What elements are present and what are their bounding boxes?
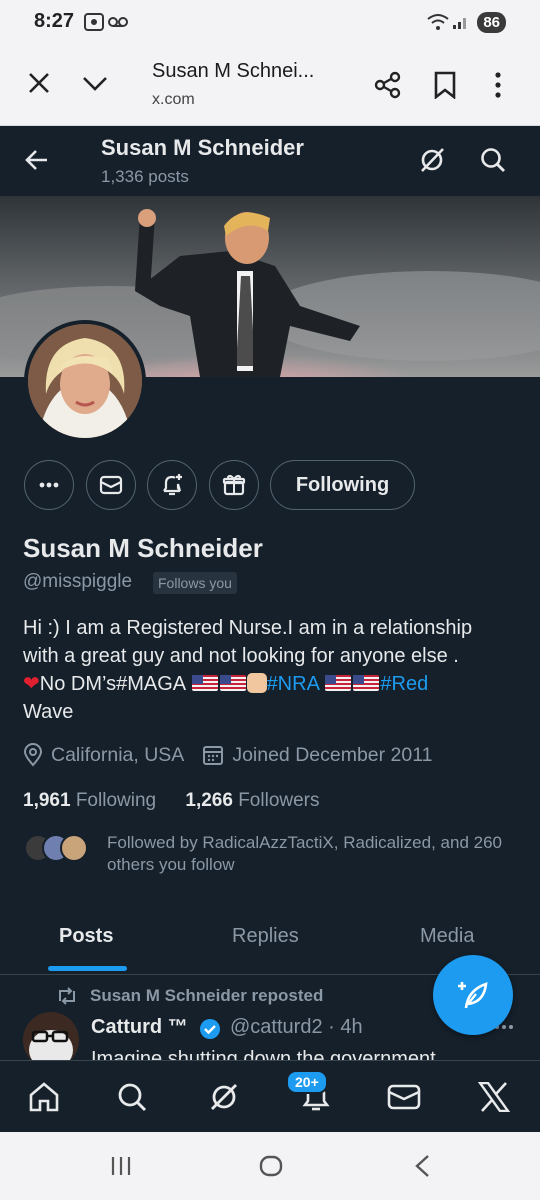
active-tab-indicator — [48, 966, 127, 971]
profile-handle: @misspiggle — [23, 571, 133, 592]
search-icon[interactable] — [479, 146, 507, 174]
notify-button[interactable] — [147, 460, 197, 510]
bio-line: with a great guy and not looking for any… — [23, 645, 459, 667]
followers-count: 1,266 — [185, 790, 233, 811]
bio-text: No DM’s#MAGA — [39, 673, 185, 695]
following-button[interactable]: Following — [270, 460, 415, 510]
back-button-icon[interactable] — [414, 1154, 430, 1178]
compose-feather-icon — [456, 978, 490, 1012]
us-flag-icon — [325, 675, 352, 691]
tweet-handle-time: @catturd2 · 4h — [230, 1016, 363, 1038]
calendar-icon — [202, 744, 224, 766]
us-flag-icon — [219, 675, 246, 691]
compose-post-button[interactable] — [433, 955, 513, 1035]
bell-plus-icon — [159, 472, 185, 498]
back-arrow-icon[interactable] — [25, 149, 49, 171]
follow-counts: 1,961 Following 1,266 Followers — [23, 790, 320, 812]
header-post-count: 1,336 posts — [101, 167, 189, 186]
header-name: Susan M Schneider — [101, 135, 304, 160]
message-button[interactable] — [86, 460, 136, 510]
bio-line: Hi :) I am a Registered Nurse.I am in a … — [23, 617, 473, 639]
hashtag-link[interactable]: #NRA — [267, 673, 319, 695]
grok-icon[interactable] — [418, 146, 446, 174]
profile-joined: Joined December 2011 — [232, 743, 433, 766]
more-horizontal-icon — [39, 482, 59, 488]
verified-badge-icon — [199, 1018, 221, 1040]
home-icon[interactable] — [24, 1077, 64, 1117]
share-icon[interactable] — [374, 71, 402, 99]
browser-url[interactable]: x.com — [152, 91, 195, 109]
followers-label: Followers — [238, 790, 320, 811]
repost-indicator: Susan M Schneider reposted — [56, 986, 323, 1006]
profile-bio: Hi :) I am a Registered Nurse.I am in a … — [23, 614, 518, 726]
more-vertical-icon[interactable] — [494, 72, 502, 98]
tab-posts[interactable]: Posts — [59, 925, 113, 948]
heart-icon: ❤ — [23, 673, 40, 695]
bookmark-icon[interactable] — [434, 71, 456, 99]
signal-icon — [452, 14, 470, 30]
profile-meta: California, USA Joined December 2011 — [23, 743, 433, 767]
explore-search-icon[interactable] — [112, 1077, 152, 1117]
location-pin-icon — [23, 743, 43, 767]
battery-indicator: 86 — [477, 12, 506, 33]
bottom-navigation — [0, 1060, 540, 1132]
profile-name: Susan M Schneider — [23, 533, 263, 563]
recent-apps-icon[interactable] — [110, 1156, 132, 1176]
profile-location: California, USA — [51, 743, 185, 766]
bio-line: Wave — [23, 701, 74, 723]
notification-count-badge: 20+ — [286, 1070, 328, 1094]
chevron-down-icon[interactable] — [82, 76, 108, 92]
more-button[interactable] — [24, 460, 74, 510]
repost-icon — [56, 987, 78, 1005]
home-button-icon[interactable] — [259, 1155, 283, 1177]
envelope-icon — [99, 475, 123, 495]
x-logo-icon[interactable] — [474, 1077, 514, 1117]
browser-toolbar: Susan M Schnei... x.com — [0, 44, 540, 126]
us-flag-icon — [353, 675, 380, 691]
following-link[interactable]: 1,961 Following — [23, 790, 156, 811]
follower-avatar — [60, 834, 88, 862]
voicemail-icon — [108, 16, 128, 28]
following-label: Following — [75, 790, 157, 811]
profile-header: Susan M Schneider 1,336 posts — [0, 126, 540, 196]
gift-icon — [222, 473, 246, 497]
followed-by-text[interactable]: Followed by RadicalAzzTactiX, Radicalize… — [107, 832, 517, 876]
following-count: 1,961 — [23, 790, 71, 811]
profile-avatar[interactable] — [24, 320, 146, 442]
followers-link[interactable]: 1,266 Followers — [185, 790, 319, 811]
tab-media[interactable]: Media — [420, 925, 474, 948]
grok-nav-icon[interactable] — [204, 1077, 244, 1117]
thumbs-up-icon — [246, 673, 267, 693]
messages-envelope-icon[interactable] — [384, 1077, 424, 1117]
browser-page-title: Susan M Schnei... — [152, 60, 315, 82]
hashtag-link[interactable]: #Red — [380, 673, 428, 695]
wifi-icon — [426, 13, 450, 31]
tweet-text[interactable]: Imagine shutting down the government — [91, 1046, 491, 1060]
status-bar: 8:27 86 — [0, 0, 540, 44]
status-time: 8:27 — [34, 10, 75, 32]
follows-you-badge: Follows you — [153, 572, 237, 594]
close-icon[interactable] — [28, 72, 50, 94]
gift-button[interactable] — [209, 460, 259, 510]
tweet-author-name[interactable]: Catturd ™ — [91, 1016, 188, 1039]
bio-line: ❤No DM’s#MAGA #NRA #Red — [23, 670, 518, 698]
us-flag-icon — [191, 675, 218, 691]
repost-label[interactable]: Susan M Schneider reposted — [90, 986, 323, 1006]
tab-replies[interactable]: Replies — [232, 925, 299, 948]
system-navigation-bar — [0, 1132, 540, 1200]
screenshot-icon — [84, 13, 104, 31]
